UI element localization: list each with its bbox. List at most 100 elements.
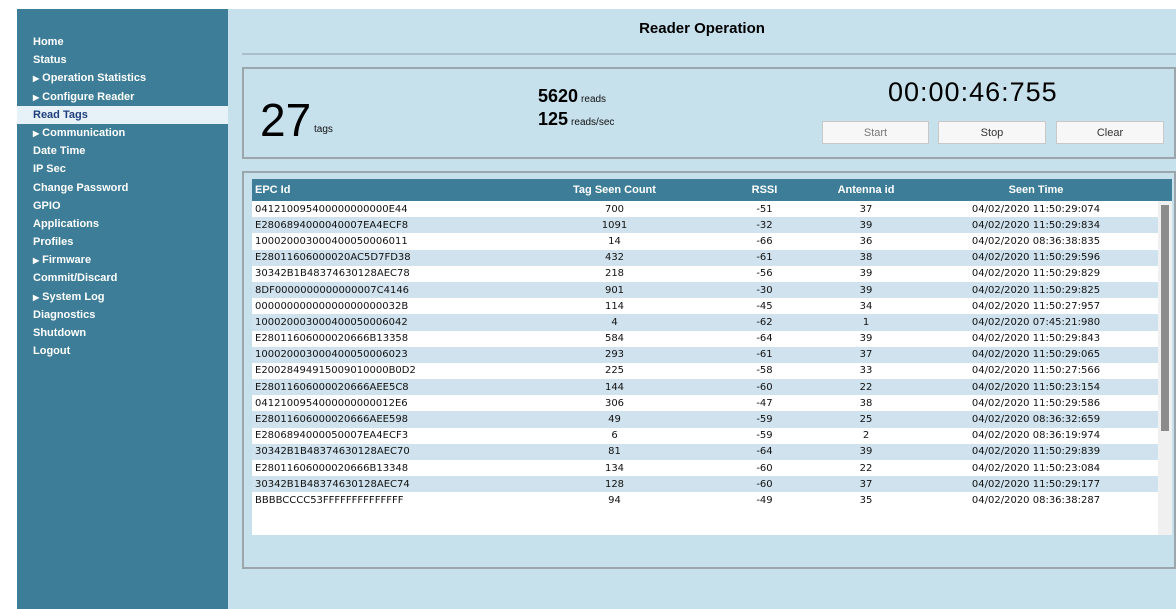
sidebar-item-label: Commit/Discard: [33, 272, 118, 285]
cell-epc-id: E28011606000020666AEE598: [255, 414, 409, 426]
table-row[interactable]: E28011606000020666AEE5C8 144 -60 22 04/02/20…: [252, 379, 1172, 396]
sidebar-item-applications[interactable]: Applications: [17, 215, 228, 233]
sidebar-item-configure-reader[interactable]: ▶ Configure Reader: [17, 88, 228, 106]
sidebar-item-label: Status: [33, 54, 67, 67]
cell-seen-count: 225: [604, 365, 625, 377]
sidebar-item-communication[interactable]: ▶ Communication: [17, 124, 228, 142]
table-row[interactable]: E20028494915009010000B0D2 225 -58 33 04/02/2…: [252, 362, 1172, 380]
table-row[interactable]: 00000000000000000000032B 114 -45 34 04/02/20…: [252, 298, 1172, 315]
sidebar-item-ip-sec[interactable]: IP Sec: [17, 160, 228, 178]
sidebar-item-commit-discard[interactable]: Commit/Discard: [17, 269, 228, 287]
sidebar-item-diagnostics[interactable]: Diagnostics: [17, 306, 228, 324]
cell-rssi: -60: [756, 478, 773, 490]
cell-rssi: -61: [756, 349, 773, 361]
table-body: 041210095400000000000E44 700 -51 37 04/02/20…: [252, 201, 1172, 509]
stop-button[interactable]: Stop: [938, 121, 1046, 144]
column-header-antenna-id[interactable]: Antenna id: [812, 184, 920, 196]
table-row[interactable]: 30342B1B48374630128AEC74 128 -60 37 04/02/20…: [252, 476, 1172, 493]
cell-antenna-id: 22: [859, 381, 873, 393]
sidebar-item-status[interactable]: Status: [17, 51, 228, 69]
cell-seen-time: 04/02/2020 11:50:29:843: [971, 333, 1101, 345]
cell-antenna-id: 38: [859, 397, 873, 409]
table-row[interactable]: 8DF0000000000000007C4146 901 -30 39 04/02/20…: [252, 281, 1172, 299]
cell-rssi: -60: [756, 462, 773, 474]
table-header: EPC Id Tag Seen Count RSSI Antenna id Se…: [252, 179, 1172, 201]
cell-rssi: -58: [756, 365, 773, 377]
cell-epc-id: 8DF0000000000000007C4146: [255, 284, 410, 296]
table-row[interactable]: 30342B1B48374630128AEC78 218 -56 39 04/02/20…: [252, 265, 1172, 282]
cell-antenna-id: 36: [859, 235, 873, 247]
column-header-seen-count[interactable]: Tag Seen Count: [512, 184, 717, 196]
read-rate-unit: reads/sec: [571, 117, 615, 128]
start-button[interactable]: Start: [822, 121, 929, 144]
cell-seen-time: 04/02/2020 11:50:23:084: [971, 462, 1101, 474]
cell-seen-count: 432: [604, 252, 625, 264]
sidebar-item-label: Shutdown: [33, 327, 87, 339]
sidebar-item-shutdown[interactable]: Shutdown: [17, 324, 228, 342]
cell-rssi: -51: [756, 203, 773, 215]
cell-seen-time: 04/02/2020 07:45:21:980: [971, 316, 1101, 328]
table-scrollbar[interactable]: [1158, 201, 1172, 535]
table-row[interactable]: E28011606000020666AEE598 49 -59 25 04/02/202…: [252, 411, 1172, 428]
column-header-seen-time[interactable]: Seen Time: [920, 184, 1152, 196]
table-row[interactable]: 30342B1B48374630128AEC70 81 -64 39 04/02/202…: [252, 443, 1172, 460]
cell-rssi: -64: [756, 333, 773, 345]
column-header-epc-id[interactable]: EPC Id: [252, 184, 512, 196]
table-row[interactable]: E2806894000040007EA4ECF8 1091 -32 39 04/02/2…: [252, 217, 1172, 234]
sidebar-item-logout[interactable]: Logout: [17, 342, 228, 360]
expand-arrow-icon: ▶: [33, 74, 40, 84]
table-row[interactable]: 041210095400000000000E44 700 -51 37 04/02/20…: [252, 201, 1172, 218]
sidebar-item-gpio[interactable]: GPIO: [17, 197, 228, 215]
sidebar-item-firmware[interactable]: ▶ Firmware: [17, 251, 228, 269]
table-row[interactable]: 0412100954000000000012E6 306 -47 38 04/02/20…: [252, 395, 1172, 412]
table-row[interactable]: 100020003000400050006023 293 -61 37 04/02/20…: [252, 346, 1172, 363]
cell-antenna-id: 34: [859, 300, 873, 312]
sidebar-item-home[interactable]: Home: [17, 33, 228, 51]
cell-seen-count: 4: [611, 316, 618, 328]
cell-seen-time: 04/02/2020 11:50:29:829: [971, 268, 1101, 280]
cell-seen-count: 128: [604, 478, 625, 490]
table-row[interactable]: BBBBCCCC53FFFFFFFFFFFFFF 94 -49 35 04/02/202…: [252, 492, 1172, 509]
sidebar-item-label: Date Time: [33, 145, 86, 158]
cell-antenna-id: 1: [862, 316, 870, 328]
cell-antenna-id: 38: [859, 252, 873, 264]
cell-antenna-id: 39: [859, 333, 873, 345]
sidebar-item-profiles[interactable]: Profiles: [17, 233, 228, 251]
cell-seen-time: 04/02/2020 11:50:23:154: [971, 381, 1101, 393]
table-row[interactable]: E28011606000020666B13358 584 -64 39 04/02/20…: [252, 330, 1172, 347]
table-row[interactable]: 100020003000400050006042 4 -62 1 04/02/2020 …: [252, 314, 1172, 331]
cell-seen-time: 04/02/2020 11:50:29:596: [971, 252, 1101, 264]
cell-epc-id: 30342B1B48374630128AEC70: [255, 446, 410, 458]
cell-seen-time: 04/02/2020 11:50:29:586: [971, 397, 1101, 409]
clear-button[interactable]: Clear: [1056, 121, 1164, 144]
stats-panel: 27 tags 5620 reads 125 reads/sec 00:00:46:…: [242, 67, 1176, 159]
sidebar-item-label: Home: [33, 36, 64, 48]
column-header-rssi[interactable]: RSSI: [717, 184, 812, 196]
sidebar-item-read-tags[interactable]: Read Tags: [17, 105, 228, 124]
cell-rssi: -59: [756, 430, 773, 442]
page-title: Reader Operation: [639, 20, 765, 37]
tag-table-panel: EPC Id Tag Seen Count RSSI Antenna id Se…: [242, 171, 1176, 569]
table-row[interactable]: E28011606000020666B13348 134 -60 22 04/02/20…: [252, 460, 1172, 477]
cell-seen-time: 04/02/2020 11:50:29:177: [971, 478, 1101, 490]
cell-rssi: -32: [756, 219, 773, 231]
sidebar-item-system-log[interactable]: ▶ System Log: [17, 288, 228, 306]
expand-arrow-icon: ▶: [33, 256, 40, 266]
title-divider: [242, 53, 1176, 55]
cell-seen-time: 04/02/2020 11:50:29:065: [971, 349, 1101, 361]
cell-epc-id: 00000000000000000000032B: [255, 300, 409, 312]
scrollbar-thumb[interactable]: [1161, 205, 1169, 431]
cell-epc-id: E28011606000020666B13348: [255, 462, 409, 474]
table-row[interactable]: E2806894000050007EA4ECF3 6 -59 2 04/02/2020 …: [252, 427, 1172, 444]
expand-arrow-icon: ▶: [33, 292, 40, 302]
elapsed-timer: 00:00:46:755: [888, 77, 1058, 107]
cell-epc-id: 0412100954000000000012E6: [255, 397, 408, 409]
table-row[interactable]: 100020003000400050006011 14 -66 36 04/02/202…: [252, 233, 1172, 250]
sidebar-item-label: Operation Statistics: [42, 72, 147, 85]
sidebar-item-change-password[interactable]: Change Password: [17, 179, 228, 197]
sidebar-item-operation-statistics[interactable]: ▶ Operation Statistics: [17, 69, 228, 87]
cell-antenna-id: 37: [859, 478, 873, 490]
sidebar-item-date-time[interactable]: Date Time: [17, 142, 228, 160]
table-row[interactable]: E28011606000020AC5D7FD38 432 -61 38 04/02/20…: [252, 249, 1172, 266]
cell-epc-id: E28011606000020AC5D7FD38: [255, 252, 411, 264]
